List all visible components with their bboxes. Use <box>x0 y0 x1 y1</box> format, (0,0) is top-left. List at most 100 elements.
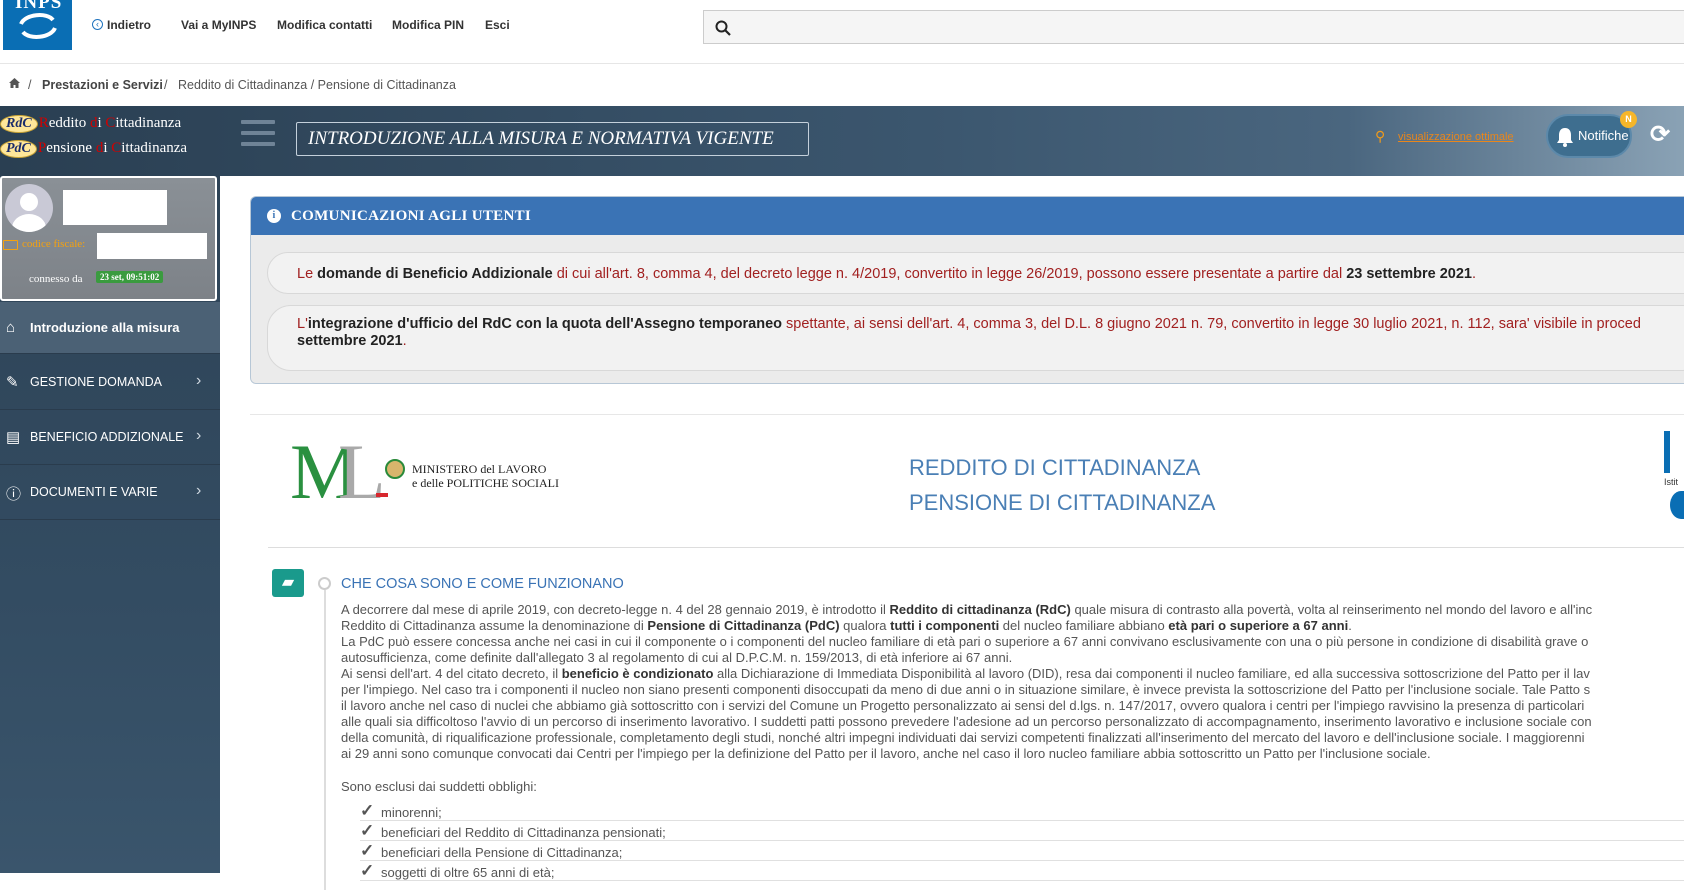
list-item-text: beneficiari del Reddito di Cittadinanza … <box>381 825 666 840</box>
rdc-line: RdC Reddito di Cittadinanza <box>0 115 181 135</box>
cf-label: codice fiscale: <box>22 238 86 250</box>
communications-title: COMUNICAZIONI AGLI UTENTI <box>291 208 532 224</box>
rdc-text: eddito <box>48 115 90 131</box>
inps-logo-text: Istit <box>1664 477 1679 487</box>
para-strong: Reddito di cittadinanza (RdC) <box>889 602 1071 617</box>
notice-text: di cui all'art. 8, comma 4, del decreto … <box>552 266 1347 282</box>
timeline-line <box>324 590 326 890</box>
pdc-text: ensione <box>46 140 96 156</box>
breadcrumb-separator: / <box>164 78 168 92</box>
exclusions-title: Sono esclusi dai suddetti obblighi: <box>341 779 537 794</box>
inps-logo-partial: Istit <box>1664 431 1684 531</box>
connected-time-badge: 23 set, 09:51:02 <box>96 271 164 283</box>
notifications-label: Notifiche <box>1578 128 1629 143</box>
para-text: alle quali sia difficoltoso l'avvio di u… <box>341 714 1592 729</box>
notice-temporary-allowance: L'integrazione d'ufficio del RdC con la … <box>267 305 1684 371</box>
notice-date: settembre 2021 <box>297 333 403 349</box>
bell-icon <box>1557 128 1573 147</box>
sidebar-item-introduction[interactable]: ⌂ Introduzione alla misura <box>0 302 220 354</box>
check-icon: ✓ <box>360 821 375 840</box>
para-strong: Pensione di Cittadinanza (PdC) <box>647 618 840 633</box>
user-name-redacted <box>63 190 167 225</box>
chevron-right-icon: › <box>196 427 202 444</box>
sidebar-item-label: Introduzione alla misura <box>30 320 180 335</box>
home-icon[interactable] <box>8 77 21 89</box>
sidebar: codice fiscale: connesso da 23 set, 09:5… <box>0 176 220 873</box>
avatar <box>5 184 53 232</box>
folder-open-icon: ▰ <box>272 569 304 597</box>
sidebar-item-documents[interactable]: ⓘ DOCUMENTI E VARIE › <box>0 466 220 520</box>
nav-logout-link[interactable]: Esci <box>485 18 510 32</box>
binoculars-icon: ⚲ <box>1375 128 1386 144</box>
nav-myinps-link[interactable]: Vai a MyINPS <box>181 18 256 32</box>
nav-edit-pin-link[interactable]: Modifica PIN <box>392 18 464 32</box>
refresh-icon[interactable]: ⟳ <box>1650 120 1670 149</box>
para-text: La PdC può essere concessa anche nei cas… <box>341 634 1589 649</box>
para-text: ai 29 anni sono comunque convocati dai C… <box>341 746 1431 761</box>
ministry-name: MINISTERO del LAVORO e delle POLITICHE S… <box>412 462 559 490</box>
rdc-text: ittadinanza <box>115 115 182 131</box>
chevron-right-icon: › <box>196 482 202 499</box>
optimal-view-link[interactable]: visualizzazione ottimale <box>1398 131 1514 143</box>
header-band: RdC Reddito di Cittadinanza PdC Pensione d… <box>0 106 1684 176</box>
para-text: alla Dichiarazione di Immediata Disponib… <box>713 666 1590 681</box>
section-paragraph: A decorrere dal mese di aprile 2019, con… <box>341 602 1592 762</box>
rdc-letter-c: C <box>105 115 116 131</box>
hamburger-menu-icon[interactable] <box>241 120 275 150</box>
chevron-right-icon: › <box>196 372 202 389</box>
breadcrumb-separator: / <box>28 78 32 92</box>
edit-icon: ✎ <box>6 374 19 391</box>
check-icon: ✓ <box>360 841 375 860</box>
notifications-badge: N <box>1620 111 1637 128</box>
list-item: ✓ beneficiari del Reddito di Cittadinanz… <box>360 821 1684 841</box>
document-icon: ▤ <box>6 429 21 446</box>
home-icon: ⌂ <box>6 319 16 336</box>
communications-panel: i COMUNICAZIONI AGLI UTENTI Le domande d… <box>250 196 1684 384</box>
check-icon: ✓ <box>360 801 375 820</box>
para-text: Reddito di Cittadinanza assume la denomi… <box>341 618 648 633</box>
section-title: CHE COSA SONO E COME FUNZIONANO <box>341 576 624 592</box>
para-strong: beneficio è condizionato <box>561 666 714 681</box>
ministry-name-line: e delle POLITICHE SOCIALI <box>412 476 559 490</box>
inps-logo[interactable]: INPS <box>3 0 72 50</box>
notice-text: . <box>1471 266 1476 282</box>
timeline-node <box>318 577 331 590</box>
pdc-text: ittadinanza <box>121 140 188 156</box>
para-strong: età pari o superiore a 67 anni <box>1168 618 1349 633</box>
para-text: del nucleo familiare abbiano <box>999 618 1169 633</box>
para-text: autosufficienza, come definite dall'alle… <box>341 650 1013 665</box>
list-item: ✓ soggetti di oltre 65 anni di età; <box>360 861 1684 881</box>
notice-date: 23 settembre 2021 <box>1346 266 1472 282</box>
heading-rdc: REDDITO DI CITTADINANZA <box>909 455 1201 480</box>
republic-emblem-icon <box>385 459 405 479</box>
breadcrumb: / Prestazioni e Servizi / Reddito di Cit… <box>0 64 1684 152</box>
list-item: ✓ minorenni; <box>360 801 1684 821</box>
pdc-letter-p: P <box>37 140 47 156</box>
para-text: A decorrere dal mese di aprile 2019, con… <box>341 602 890 617</box>
sidebar-item-additional-benefit[interactable]: ▤ BENEFICIO ADDIZIONALE › <box>0 411 220 465</box>
pdc-letter-c: C <box>111 140 122 156</box>
ministry-name-line: MINISTERO del LAVORO <box>412 462 547 476</box>
para-text: qualora <box>839 618 891 633</box>
nav-edit-contacts-link[interactable]: Modifica contatti <box>277 18 372 32</box>
user-card: codice fiscale: connesso da 23 set, 09:5… <box>0 176 217 301</box>
inps-logo-bar <box>1664 431 1670 473</box>
notice-text: L' <box>297 316 308 332</box>
id-card-icon <box>3 240 18 250</box>
nav-back-link[interactable]: Indietro <box>107 18 151 32</box>
pdc-line: PdC Pensione di Cittadinanza <box>0 140 187 160</box>
search-icon[interactable] <box>715 20 731 36</box>
inps-logo-swirl <box>1670 491 1684 519</box>
breadcrumb-item-services[interactable]: Prestazioni e Servizi <box>42 78 163 92</box>
main-content: M L MINISTERO del LAVORO e delle POLITIC… <box>250 414 1684 890</box>
sidebar-item-application-management[interactable]: ✎ GESTIONE DOMANDA › <box>0 356 220 410</box>
para-text: . <box>1348 618 1352 633</box>
para-text: Ai sensi dell'art. 4 del citato decreto,… <box>341 666 562 681</box>
search-input[interactable] <box>703 10 1684 44</box>
logo-swirl-icon <box>19 13 57 39</box>
divider <box>268 547 1684 548</box>
back-circle-icon[interactable]: ‹ <box>92 19 103 30</box>
list-item-text: beneficiari della Pensione di Cittadinan… <box>381 845 623 860</box>
para-text: quale misura di contrasto alla povertà, … <box>1070 602 1593 617</box>
cf-value-redacted <box>97 233 207 259</box>
